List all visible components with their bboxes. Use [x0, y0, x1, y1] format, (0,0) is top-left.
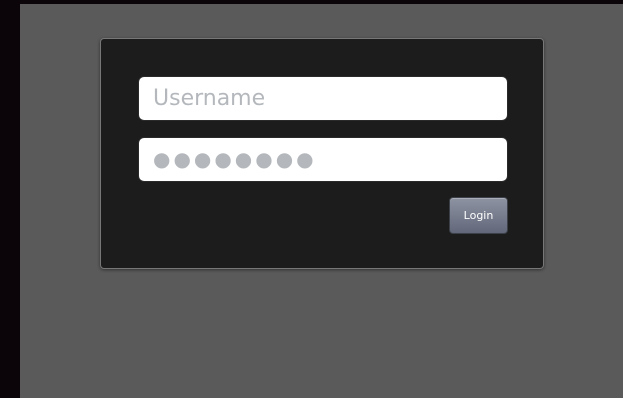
- username-input[interactable]: [138, 76, 508, 121]
- page-background: Login: [20, 4, 623, 398]
- login-button[interactable]: Login: [449, 197, 508, 234]
- password-input[interactable]: [138, 137, 508, 182]
- login-panel: Login: [100, 38, 544, 269]
